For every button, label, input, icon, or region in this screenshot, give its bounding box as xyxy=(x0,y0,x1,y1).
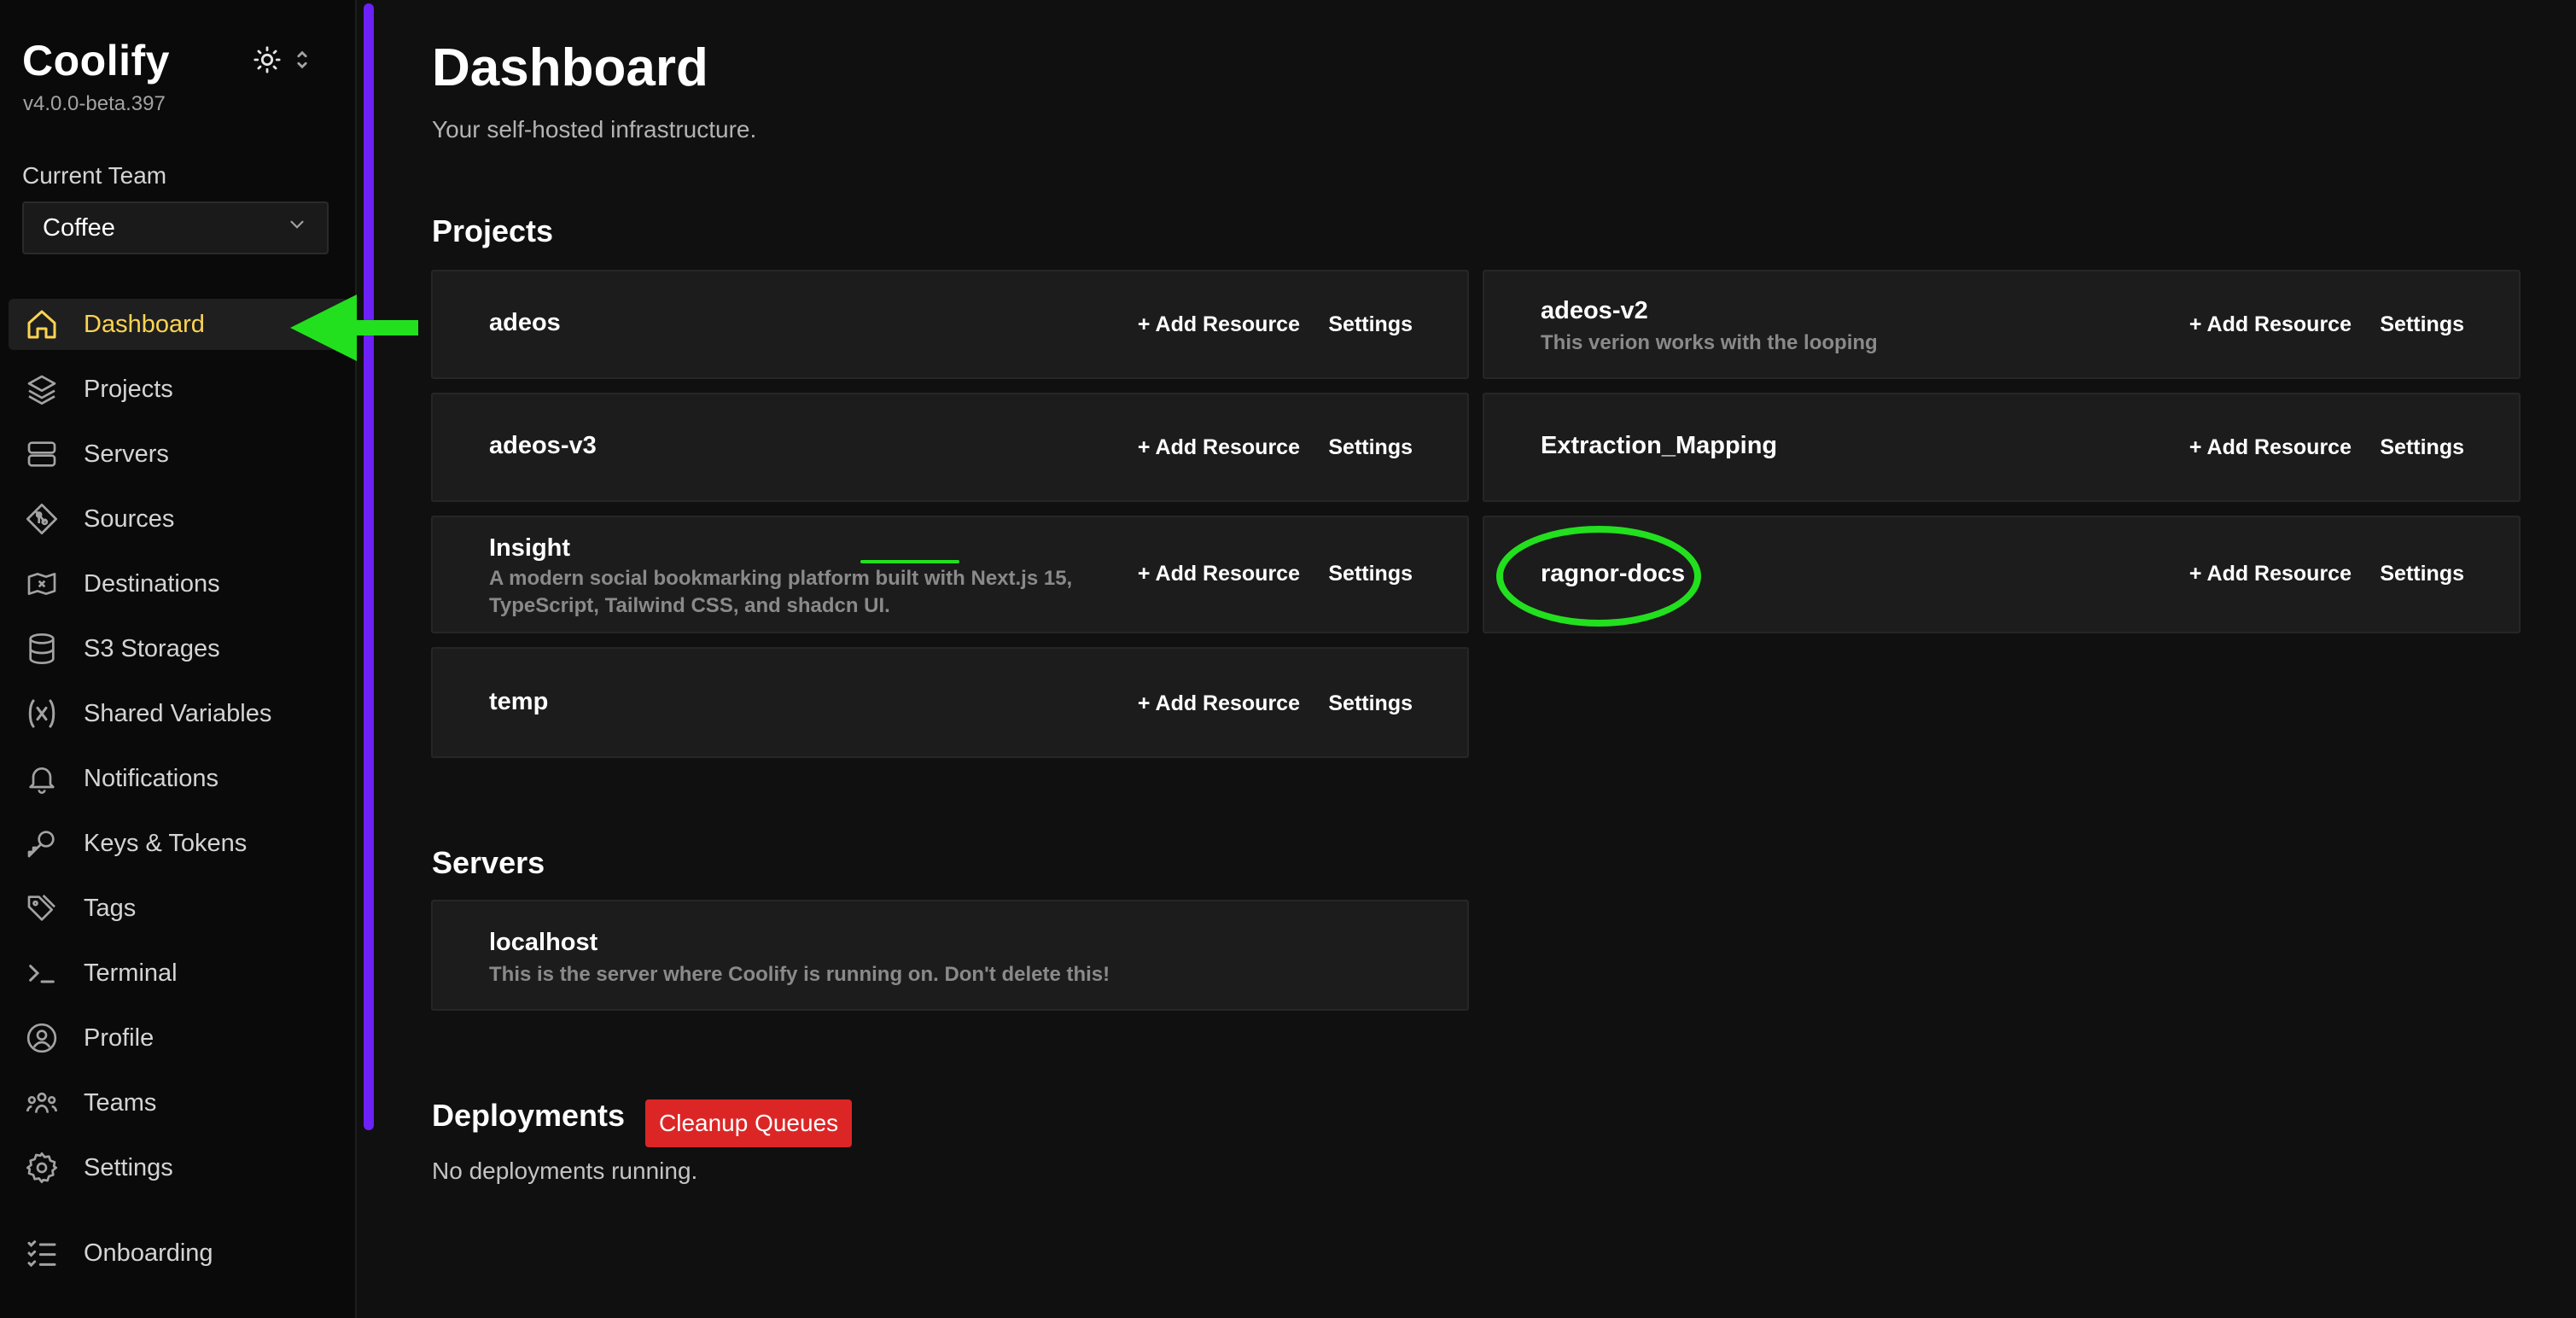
key-icon xyxy=(24,825,60,861)
sidebar: Coolify v4.0.0-beta.397 Current Team Cof… xyxy=(0,0,357,1318)
variable-icon xyxy=(24,696,60,732)
project-name: temp xyxy=(489,688,549,715)
terminal-icon xyxy=(24,955,60,991)
sidebar-item-shared-variables[interactable]: Shared Variables xyxy=(9,688,348,739)
home-icon xyxy=(24,306,60,342)
page-subtitle: Your self-hosted infrastructure. xyxy=(432,116,757,143)
project-name: Insight xyxy=(489,534,571,562)
sun-icon xyxy=(253,45,282,79)
project-name: Extraction_Mapping xyxy=(1541,432,1778,459)
project-description-line: TypeScript, Tailwind CSS, and shadcn UI. xyxy=(489,594,890,617)
page-title: Dashboard xyxy=(432,38,708,97)
sidebar-item-label: Sources xyxy=(84,504,175,533)
main-content: Dashboard Your self-hosted infrastructur… xyxy=(376,0,2576,1318)
sidebar-item-label: Tags xyxy=(84,894,137,922)
sidebar-scrollbar[interactable] xyxy=(364,3,374,1130)
server-card[interactable]: localhost This is the server where Cooli… xyxy=(431,900,1469,1011)
sidebar-item-label: Terminal xyxy=(84,959,178,987)
sidebar-item-label: Profile xyxy=(84,1023,154,1052)
sidebar-item-label: Settings xyxy=(84,1153,173,1181)
git-icon xyxy=(24,501,60,537)
app-title: Coolify xyxy=(22,37,170,85)
user-icon xyxy=(24,1020,60,1056)
project-card[interactable]: adeos + Add Resource Settings xyxy=(431,270,1469,379)
theme-toggle[interactable] xyxy=(253,43,321,80)
sidebar-item-destinations[interactable]: Destinations xyxy=(9,558,348,609)
projects-title: Projects xyxy=(432,213,554,248)
sidebar-item-sources[interactable]: Sources xyxy=(9,493,348,545)
sidebar-item-label: Shared Variables xyxy=(84,699,272,727)
server-icon xyxy=(24,436,60,472)
project-card[interactable]: Insight A modern social bookmarking plat… xyxy=(431,516,1469,633)
server-description: This is the server where Coolify is runn… xyxy=(489,963,1110,986)
checklist-icon xyxy=(24,1235,60,1271)
project-name: adeos-v2 xyxy=(1541,297,1648,324)
sidebar-item-label: Teams xyxy=(84,1088,157,1117)
database-icon xyxy=(24,631,60,667)
add-resource-button[interactable]: + Add Resource xyxy=(1138,691,1300,716)
project-description: This verion works with the looping xyxy=(1541,331,1878,354)
chevron-up-down-icon xyxy=(294,48,311,76)
project-name: adeos-v3 xyxy=(489,432,597,459)
sidebar-item-teams[interactable]: Teams xyxy=(9,1077,348,1128)
annotation-underline xyxy=(860,560,959,563)
sidebar-item-label: Projects xyxy=(84,375,173,403)
project-settings-button[interactable]: Settings xyxy=(2380,435,2464,460)
project-settings-button[interactable]: Settings xyxy=(1328,435,1413,460)
sidebar-item-label: S3 Storages xyxy=(84,634,220,662)
project-card[interactable]: adeos-v2 This verion works with the loop… xyxy=(1483,270,2521,379)
sidebar-item-notifications[interactable]: Notifications xyxy=(9,753,348,804)
current-team-label: Current Team xyxy=(22,162,167,189)
sidebar-item-label: Destinations xyxy=(84,569,220,598)
sidebar-item-keys-tokens[interactable]: Keys & Tokens xyxy=(9,818,348,869)
deployments-empty-text: No deployments running. xyxy=(432,1158,698,1184)
project-settings-button[interactable]: Settings xyxy=(1328,691,1413,716)
bell-icon xyxy=(24,761,60,796)
team-select-value: Coffee xyxy=(43,213,115,242)
chevron-down-icon xyxy=(286,213,308,242)
sidebar-nav: Dashboard Projects Servers Sources Desti… xyxy=(9,299,348,1268)
cleanup-queues-button[interactable]: Cleanup Queues xyxy=(645,1099,853,1147)
sidebar-item-label: Dashboard xyxy=(84,310,205,338)
add-resource-button[interactable]: + Add Resource xyxy=(2189,435,2352,460)
sidebar-item-projects[interactable]: Projects xyxy=(9,364,348,415)
sidebar-item-servers[interactable]: Servers xyxy=(9,429,348,480)
sidebar-item-tags[interactable]: Tags xyxy=(9,883,348,934)
add-resource-button[interactable]: + Add Resource xyxy=(2189,312,2352,337)
sidebar-item-label: Keys & Tokens xyxy=(84,829,248,857)
project-name: adeos xyxy=(489,309,561,336)
gear-icon xyxy=(24,1150,60,1186)
project-settings-button[interactable]: Settings xyxy=(1328,562,1413,586)
add-resource-button[interactable]: + Add Resource xyxy=(1138,435,1300,460)
sidebar-item-s3-storages[interactable]: S3 Storages xyxy=(9,623,348,674)
docker-icon xyxy=(24,566,60,602)
project-settings-button[interactable]: Settings xyxy=(1328,312,1413,337)
sidebar-item-profile[interactable]: Profile xyxy=(9,1012,348,1064)
annotation-circle xyxy=(1496,526,1701,627)
project-settings-button[interactable]: Settings xyxy=(2380,312,2464,337)
project-card[interactable]: temp + Add Resource Settings xyxy=(431,647,1469,758)
project-card[interactable]: adeos-v3 + Add Resource Settings xyxy=(431,393,1469,502)
sidebar-item-settings[interactable]: Settings xyxy=(9,1142,348,1193)
sidebar-item-label: Onboarding xyxy=(84,1239,213,1267)
deployments-title: Deployments xyxy=(432,1098,626,1133)
layers-icon xyxy=(24,371,60,407)
sidebar-item-terminal[interactable]: Terminal xyxy=(9,948,348,999)
add-resource-button[interactable]: + Add Resource xyxy=(2189,562,2352,586)
project-description-line: A modern social bookmarking platform bui… xyxy=(489,567,1073,590)
project-settings-button[interactable]: Settings xyxy=(2380,562,2464,586)
sidebar-item-label: Servers xyxy=(84,440,169,468)
add-resource-button[interactable]: + Add Resource xyxy=(1138,562,1300,586)
add-resource-button[interactable]: + Add Resource xyxy=(1138,312,1300,337)
users-icon xyxy=(24,1085,60,1121)
team-select[interactable]: Coffee xyxy=(22,201,329,254)
tag-icon xyxy=(24,890,60,926)
sidebar-item-label: Notifications xyxy=(84,764,219,792)
sidebar-item-onboarding[interactable]: Onboarding xyxy=(9,1228,348,1279)
server-name: localhost xyxy=(489,929,598,956)
project-card[interactable]: Extraction_Mapping + Add Resource Settin… xyxy=(1483,393,2521,502)
servers-title: Servers xyxy=(432,845,545,880)
app-version: v4.0.0-beta.397 xyxy=(23,92,166,115)
